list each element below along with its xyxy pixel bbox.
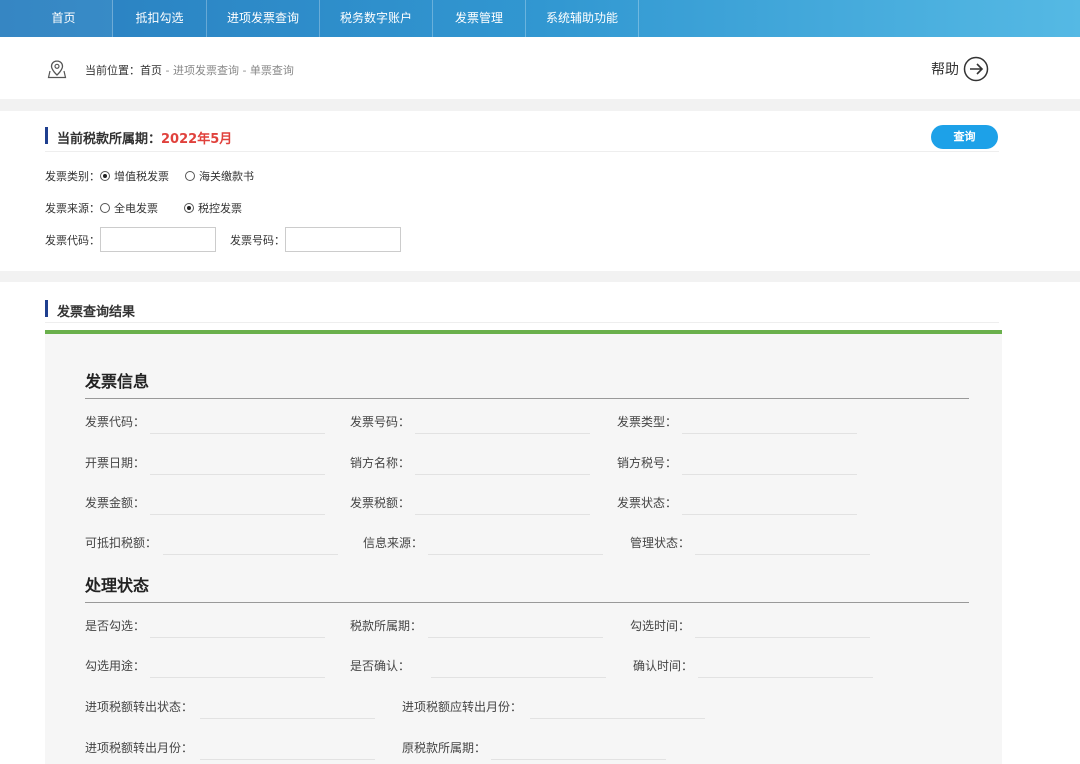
invoice-category-row: 发票类别： 增值税发票 海关缴款书: [45, 168, 270, 184]
field-value-line: [200, 759, 375, 760]
field-selection-time: 勾选时间：: [630, 619, 691, 633]
nav-item-system-tools[interactable]: 系统辅助功能: [526, 0, 639, 37]
invoice-number-input[interactable]: [285, 227, 401, 252]
field-confirmation-time: 确认时间：: [633, 659, 694, 673]
field-value-line: [698, 677, 873, 678]
field-tax-period: 税款所属期：: [350, 619, 423, 633]
field-value-line: [428, 637, 603, 638]
radio-label: 全电发票: [114, 202, 158, 215]
field-selection-purpose: 勾选用途：: [85, 659, 146, 673]
invoice-number-label: 发票号码：: [230, 233, 285, 247]
top-nav: 首页 抵扣勾选 进项发票查询 税务数字账户 发票管理 系统辅助功能: [0, 0, 1080, 37]
field-value-line: [415, 514, 590, 515]
help-label: 帮助: [931, 62, 959, 78]
field-value-line: [491, 759, 666, 760]
invoice-source-label: 发票来源：: [45, 202, 100, 215]
field-due-transfer-out-month: 进项税额应转出月份：: [402, 700, 523, 714]
field-invoice-status: 发票状态：: [617, 496, 678, 510]
field-invoice-amount: 发票金额：: [85, 496, 146, 510]
processing-status-title: 处理状态: [85, 576, 150, 595]
field-transfer-out-status: 进项税额转出状态：: [85, 700, 194, 714]
field-value-line: [415, 474, 590, 475]
field-value-line: [415, 433, 590, 434]
help-button[interactable]: 帮助: [931, 56, 989, 82]
radio-label: 税控发票: [198, 202, 242, 215]
radio-dot: [100, 171, 110, 181]
radio-vat-invoice[interactable]: 增值税发票: [100, 168, 169, 184]
breadcrumb-bar: 当前位置：首页 - 进项发票查询 - 单票查询 帮助: [0, 37, 1080, 99]
radio-customs-payment[interactable]: 海关缴款书: [185, 168, 254, 184]
field-is-confirmed: 是否确认：: [350, 659, 411, 673]
field-invoice-tax: 发票税额：: [350, 496, 411, 510]
field-value-line: [682, 474, 857, 475]
field-seller-name: 销方名称：: [350, 456, 411, 470]
nav-item-invoice-management[interactable]: 发票管理: [433, 0, 526, 37]
divider: [45, 151, 999, 152]
field-value-line: [150, 474, 325, 475]
arrow-circle-right-icon: [963, 56, 989, 82]
field-transfer-out-month: 进项税额转出月份：: [85, 741, 194, 755]
query-panel: 当前税款所属期：2022年5月 查询 发票类别： 增值税发票 海关缴款书 发票来…: [0, 111, 1080, 271]
field-invoice-type: 发票类型：: [617, 415, 678, 429]
field-info-source: 信息来源：: [363, 536, 424, 550]
field-original-tax-period: 原税款所属期：: [402, 741, 487, 755]
field-invoice-number: 发票号码：: [350, 415, 411, 429]
invoice-info-title: 发票信息: [85, 372, 150, 391]
field-value-line: [150, 433, 325, 434]
field-value-line: [682, 514, 857, 515]
tax-period-heading: 当前税款所属期：2022年5月: [45, 127, 233, 147]
divider: [85, 602, 969, 603]
invoice-code-label: 发票代码：: [45, 233, 100, 247]
field-is-selected: 是否勾选：: [85, 619, 146, 633]
divider: [45, 322, 999, 323]
radio-dot: [100, 203, 110, 213]
invoice-code-input[interactable]: [100, 227, 216, 252]
result-details: 发票信息 发票代码： 发票号码： 发票类型： 开票日期： 销方名称： 销方税号：…: [45, 334, 1002, 764]
divider: [85, 398, 969, 399]
breadcrumb: 当前位置：首页 - 进项发票查询 - 单票查询: [85, 62, 294, 78]
nav-item-input-invoice-query[interactable]: 进项发票查询: [207, 0, 320, 37]
field-value-line: [150, 637, 325, 638]
radio-label: 增值税发票: [114, 170, 169, 183]
field-invoice-code: 发票代码：: [85, 415, 146, 429]
field-value-line: [695, 637, 870, 638]
nav-item-tax-digital-account[interactable]: 税务数字账户: [320, 0, 433, 37]
radio-dot: [185, 171, 195, 181]
field-value-line: [200, 718, 375, 719]
invoice-category-label: 发票类别：: [45, 170, 100, 183]
radio-label: 海关缴款书: [199, 170, 254, 183]
invoice-search-row: 发票代码： 发票号码：: [45, 227, 415, 252]
field-value-line: [682, 433, 857, 434]
field-value-line: [163, 554, 338, 555]
field-value-line: [150, 514, 325, 515]
tax-period-label: 当前税款所属期：: [57, 132, 162, 147]
field-value-line: [150, 677, 325, 678]
radio-tax-control-invoice[interactable]: 税控发票: [184, 200, 242, 216]
field-value-line: [530, 718, 705, 719]
field-issue-date: 开票日期：: [85, 456, 146, 470]
field-value-line: [695, 554, 870, 555]
field-value-line: [428, 554, 603, 555]
location-pin-icon: [47, 60, 67, 79]
nav-menu: 首页 抵扣勾选 进项发票查询 税务数字账户 发票管理 系统辅助功能: [0, 0, 639, 37]
tax-period-value: 2022年5月: [161, 132, 233, 147]
breadcrumb-home[interactable]: 当前位置：首页: [85, 64, 162, 77]
nav-item-home[interactable]: 首页: [0, 0, 113, 37]
radio-dot: [184, 203, 194, 213]
invoice-source-row: 发票来源： 全电发票 税控发票: [45, 200, 258, 216]
radio-fully-digital-invoice[interactable]: 全电发票: [100, 200, 158, 216]
query-button[interactable]: 查询: [931, 125, 998, 149]
nav-item-deduction-selection[interactable]: 抵扣勾选: [113, 0, 207, 37]
field-value-line: [431, 677, 606, 678]
result-heading: 发票查询结果: [45, 300, 135, 320]
field-deductible-tax: 可抵扣税额：: [85, 536, 158, 550]
field-seller-tax-id: 销方税号：: [617, 456, 678, 470]
field-management-status: 管理状态：: [630, 536, 691, 550]
result-panel: 发票查询结果 发票信息 发票代码： 发票号码： 发票类型： 开票日期： 销方名称…: [0, 282, 1080, 764]
breadcrumb-path: - 进项发票查询 - 单票查询: [162, 64, 294, 77]
